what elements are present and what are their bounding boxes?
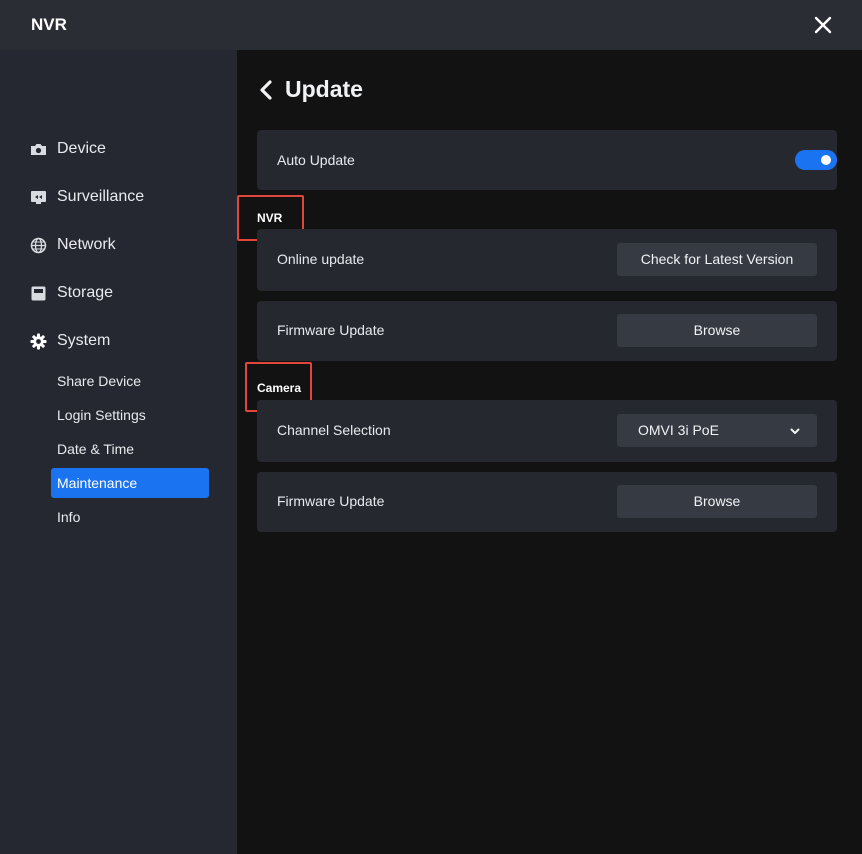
back-chevron-icon[interactable] [257,79,275,101]
channel-selection-row: Channel Selection OMVI 3i PoE [257,400,837,462]
close-button[interactable] [810,12,836,38]
check-latest-version-button[interactable]: Check for Latest Version [617,243,817,276]
sidebar-item-label: Network [57,236,116,253]
online-update-row: Online update Check for Latest Version [257,229,837,291]
sidebar-item-storage[interactable]: Storage [30,279,113,307]
auto-update-label: Auto Update [277,152,355,168]
camera-firmware-update-label: Firmware Update [277,493,385,509]
monitor-icon [30,189,47,206]
sidebar-item-network[interactable]: Network [30,231,116,259]
sidebar-item-device[interactable]: Device [30,135,106,163]
title-bar: NVR [0,0,862,50]
app-title: NVR [31,15,67,34]
page-header: Update [257,76,363,103]
sidebar-subitem-date-time[interactable]: Date & Time [51,434,209,464]
page-title: Update [285,76,363,102]
sidebar-subitem-login-settings[interactable]: Login Settings [51,400,209,430]
nvr-browse-button[interactable]: Browse [617,314,817,347]
main-panel: Update Auto Update NVR Online update Che… [237,50,862,854]
online-update-label: Online update [277,251,365,267]
auto-update-row: Auto Update [257,130,837,190]
camera-firmware-update-row: Firmware Update Browse [257,472,837,532]
sidebar-item-label: Device [57,140,106,157]
sidebar-item-system[interactable]: System [30,327,110,355]
globe-icon [30,237,47,254]
storage-icon [30,285,47,302]
sidebar: Device Surveillance Network Storage Syst… [0,50,237,854]
nvr-firmware-update-row: Firmware Update Browse [257,301,837,361]
camera-browse-button[interactable]: Browse [617,485,817,518]
sidebar-item-surveillance[interactable]: Surveillance [30,183,144,211]
chevron-down-icon [790,428,800,434]
sidebar-item-label: System [57,332,111,349]
sidebar-item-label: Surveillance [57,188,145,205]
close-icon [814,16,832,34]
auto-update-toggle[interactable] [795,150,837,170]
sidebar-item-label: Storage [57,284,114,301]
gear-icon [30,333,47,350]
sidebar-subitem-share-device[interactable]: Share Device [51,366,209,396]
camera-icon [30,141,47,158]
channel-select-dropdown[interactable]: OMVI 3i PoE [617,414,817,447]
channel-select-value: OMVI 3i PoE [638,422,719,438]
sidebar-subitem-maintenance[interactable]: Maintenance [51,468,209,498]
toggle-knob [821,155,831,165]
nvr-firmware-update-label: Firmware Update [277,322,385,338]
sidebar-subitem-info[interactable]: Info [51,502,209,532]
channel-selection-label: Channel Selection [277,422,391,438]
